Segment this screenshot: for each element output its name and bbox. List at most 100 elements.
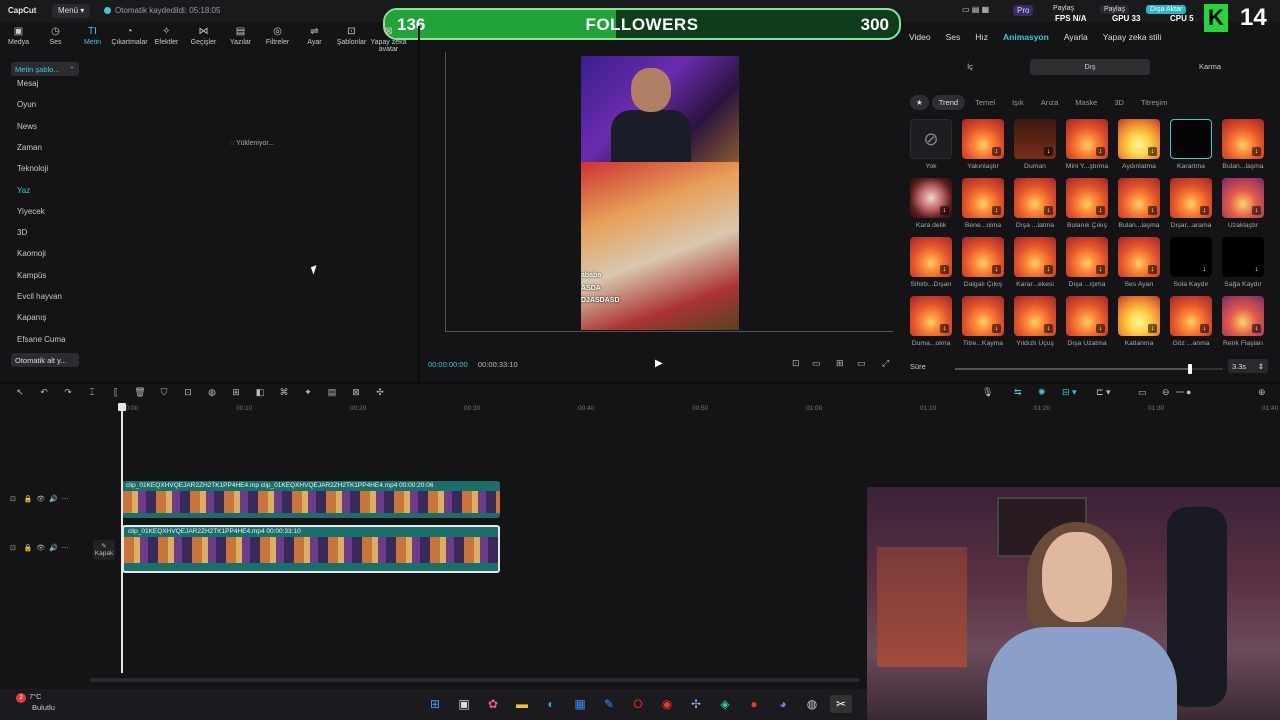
- tab-sticker[interactable]: ◔ Çıkartmalar: [111, 26, 148, 52]
- opera-icon[interactable]: O: [627, 695, 649, 713]
- category-item[interactable]: Kaomoji: [17, 249, 46, 258]
- chrome-icon[interactable]: ◉: [656, 695, 678, 713]
- effect-item[interactable]: ↓ Dışa ...latma: [1013, 178, 1057, 229]
- effect-item[interactable]: ↓ Sihirb...Dışarı: [909, 237, 953, 288]
- duration-slider-knob[interactable]: [1188, 364, 1192, 374]
- category-item[interactable]: Yaz: [17, 186, 30, 195]
- tab-templates[interactable]: ⊡ Şablonlar: [333, 26, 370, 52]
- obs-icon[interactable]: ◈: [714, 695, 736, 713]
- effect-item[interactable]: ↓ Bulanık Çıkış: [1065, 178, 1109, 229]
- effect-item[interactable]: ↓ Katlanma: [1117, 296, 1161, 347]
- tab-media[interactable]: ▣ Medya: [0, 26, 37, 52]
- cover-button[interactable]: ✎ Kapak: [93, 540, 115, 560]
- effect-item[interactable]: ↓ Bulan...laşma: [1221, 119, 1265, 170]
- category-chip[interactable]: Trend: [931, 95, 966, 110]
- category-item[interactable]: Kapanış: [17, 313, 46, 322]
- category-chip[interactable]: Arıza: [1034, 95, 1066, 110]
- tab-effects[interactable]: ✧ Efektler: [148, 26, 185, 52]
- duration-input[interactable]: 3.3s ⇕: [1228, 359, 1268, 373]
- edge-icon[interactable]: ◐: [540, 695, 562, 713]
- category-item[interactable]: Efsane Cuma: [17, 335, 65, 344]
- effect-item[interactable]: ↓ Bulan...laşma: [1117, 178, 1161, 229]
- menu-button[interactable]: Menü ▾: [52, 4, 91, 18]
- effect-item[interactable]: ↓ Bene...olma: [961, 178, 1005, 229]
- track-2-audio-icon[interactable]: 🔊: [49, 545, 58, 552]
- tab-text[interactable]: TI Metin: [74, 26, 111, 52]
- track-2-lock-icon[interactable]: 🔒: [24, 545, 33, 552]
- download-icon[interactable]: ↓: [1044, 265, 1053, 274]
- category-item[interactable]: Yiyecek: [17, 207, 45, 216]
- ratio-icon[interactable]: ▭: [857, 358, 866, 369]
- effect-item[interactable]: ↓ Göz ...anma: [1169, 296, 1213, 347]
- zoom-out-icon[interactable]: ⊖: [1162, 387, 1170, 398]
- tab-filters[interactable]: ◎ Filtreler: [259, 26, 296, 52]
- tab-ai-avatar[interactable]: ⊠ Yapay zekâ avatar: [370, 26, 407, 53]
- fullscreen-icon[interactable]: ⤢: [882, 358, 889, 369]
- motion-icon[interactable]: ✣: [368, 387, 392, 398]
- category-chip[interactable]: Temel: [968, 95, 1002, 110]
- caption-icon[interactable]: ▭: [1138, 387, 1147, 398]
- download-icon[interactable]: ↓: [1044, 324, 1053, 333]
- redo-icon[interactable]: ↷: [56, 387, 80, 398]
- tab-audio[interactable]: ◷ Ses: [37, 26, 74, 52]
- download-icon[interactable]: ↓: [1200, 206, 1209, 215]
- transform-icon[interactable]: ⌘: [272, 387, 296, 398]
- favorites-star-icon[interactable]: ★: [910, 95, 929, 110]
- category-chip[interactable]: Titreşim: [1134, 95, 1174, 110]
- quality-icon[interactable]: ▭: [812, 358, 821, 369]
- effect-item[interactable]: ↓ Sağa Kaydır: [1221, 237, 1265, 288]
- freeze-icon[interactable]: ⊞: [224, 387, 248, 398]
- tab-captions[interactable]: ▤ Yazılar: [222, 26, 259, 52]
- download-icon[interactable]: ↓: [1148, 324, 1157, 333]
- zoom-knob[interactable]: ●: [1186, 387, 1191, 397]
- download-icon[interactable]: ↓: [940, 324, 949, 333]
- inspector-tab[interactable]: Ses: [946, 32, 961, 42]
- effect-item[interactable]: ↓ Ses Ayarı: [1117, 237, 1161, 288]
- effect-item[interactable]: ↓ Karar...ekesi: [1013, 237, 1057, 288]
- download-icon[interactable]: ↓: [940, 206, 949, 215]
- download-icon[interactable]: ↓: [1044, 206, 1053, 215]
- category-item[interactable]: Teknoloji: [17, 164, 48, 173]
- category-chip[interactable]: 3D: [1107, 95, 1131, 110]
- effect-item[interactable]: ↓ Renk Flaşları: [1221, 296, 1265, 347]
- preview-axis-icon[interactable]: ⊟ ▾: [1062, 387, 1077, 398]
- inspector-tab[interactable]: Animasyon: [1003, 32, 1049, 42]
- windows-start-icon[interactable]: ⊞: [424, 695, 446, 713]
- speed-icon[interactable]: ◍: [200, 387, 224, 398]
- category-chip[interactable]: Maske: [1068, 95, 1104, 110]
- effect-item[interactable]: ↓ Dışa Uzatma: [1065, 296, 1109, 347]
- resize-icon[interactable]: ⊠: [344, 387, 368, 398]
- track-2-visibility-icon[interactable]: 👁: [36, 545, 45, 552]
- play-icon[interactable]: ▶: [655, 358, 663, 369]
- category-item[interactable]: News: [17, 122, 37, 131]
- download-icon[interactable]: ↓: [1252, 206, 1261, 215]
- download-icon[interactable]: ↓: [1252, 324, 1261, 333]
- effect-item[interactable]: ↓ Duma...olma: [909, 296, 953, 347]
- microphone-icon[interactable]: 🎙: [982, 387, 993, 398]
- track-1-type-icon[interactable]: ⊡: [10, 496, 16, 503]
- inspector-tab[interactable]: Video: [909, 32, 931, 42]
- split-view-icon[interactable]: ⊏ ▾: [1096, 387, 1111, 398]
- layout-icon[interactable]: ▭ ▤ ▦: [962, 5, 989, 14]
- track-1-lock-icon[interactable]: 🔒: [24, 496, 33, 503]
- download-icon[interactable]: ↓: [1200, 324, 1209, 333]
- category-item[interactable]: Mesaj: [17, 79, 38, 88]
- task-view-icon[interactable]: ▣: [453, 695, 475, 713]
- steam-icon[interactable]: ◍: [801, 695, 823, 713]
- file-explorer-icon[interactable]: ▬: [511, 695, 533, 713]
- text-template-header[interactable]: Metin şablo... ⌃: [11, 62, 79, 76]
- effect-item[interactable]: ↓ Aydınlatma: [1117, 119, 1161, 170]
- download-icon[interactable]: ↓: [1096, 206, 1105, 215]
- effect-item[interactable]: ↓ Uzaklaştır: [1221, 178, 1265, 229]
- category-item[interactable]: Evcil hayvan: [17, 292, 62, 301]
- effect-item[interactable]: ↓ Mini Y...ştırma: [1065, 119, 1109, 170]
- playhead-handle[interactable]: [118, 403, 126, 411]
- category-item[interactable]: Kampüs: [17, 271, 46, 280]
- inspector-tab[interactable]: Hız: [975, 32, 988, 42]
- ai-tool-icon[interactable]: ✦: [296, 387, 320, 398]
- undo-icon[interactable]: ↶: [32, 387, 56, 398]
- crop-tool-icon[interactable]: ⊡: [176, 387, 200, 398]
- download-icon[interactable]: ↓: [992, 324, 1001, 333]
- effect-item[interactable]: ↓ Duman: [1013, 119, 1057, 170]
- copilot-icon[interactable]: ✿: [482, 695, 504, 713]
